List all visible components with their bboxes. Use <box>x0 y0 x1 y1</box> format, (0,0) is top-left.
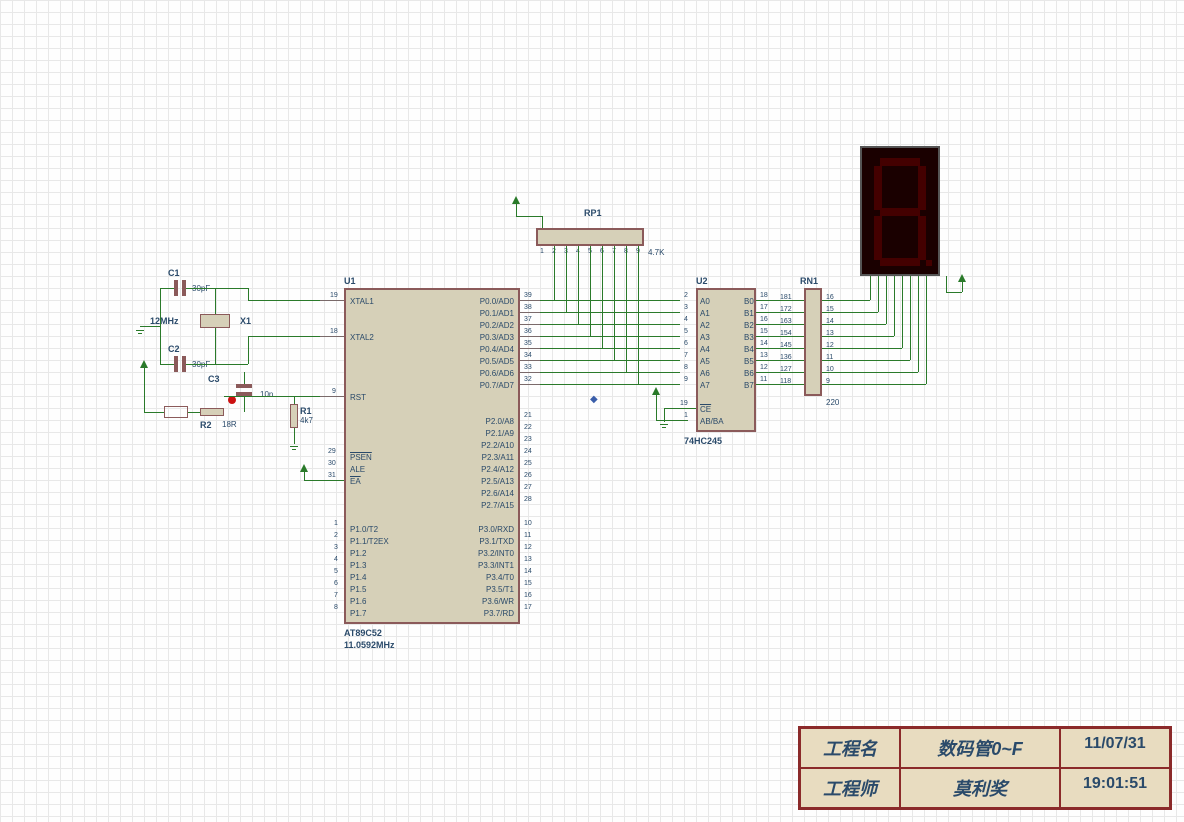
ground-r1 <box>288 446 300 454</box>
origin-marker: ◆ <box>590 394 598 405</box>
x1-val: 12MHz <box>150 316 179 326</box>
u1-p19: 19 <box>330 292 338 299</box>
u1-p18: 18 <box>330 328 338 335</box>
u1-ref: U1 <box>344 276 356 286</box>
rp1-ref: RP1 <box>584 208 602 218</box>
vcc-arrow-reset <box>140 360 148 368</box>
tb-engineer-label: 工程师 <box>800 768 900 808</box>
resistor-r1[interactable] <box>290 404 298 428</box>
crystal-x1[interactable] <box>200 314 230 328</box>
vcc-arrow-ea <box>300 464 308 472</box>
u1-part: AT89C52 <box>344 628 382 638</box>
tb-project-name: 数码管0~F <box>900 728 1060 768</box>
seven-segment-display[interactable] <box>860 146 940 276</box>
u1-xtal1: XTAL1 <box>350 297 374 306</box>
u1-freq: 11.0592MHz <box>344 640 395 650</box>
schematic-canvas[interactable]: U1 AT89C52 11.0592MHz XTAL1 19 XTAL2 18 … <box>0 0 1184 822</box>
ground-xtal <box>134 330 146 338</box>
tb-date: 11/07/31 <box>1060 728 1170 768</box>
vcc-arrow-ab <box>652 387 660 395</box>
tb-project-label: 工程名 <box>800 728 900 768</box>
rp1-val: 4.7K <box>648 248 664 257</box>
c3-ref: C3 <box>208 374 220 384</box>
u1-p30: 30 <box>328 460 336 467</box>
u1-p31: 31 <box>328 472 336 479</box>
u1-rst: RST <box>350 393 366 402</box>
c1-ref: C1 <box>168 268 180 278</box>
tb-time: 19:01:51 <box>1060 768 1170 808</box>
x1-ref: X1 <box>240 316 251 326</box>
u1-ea: EA <box>350 477 361 486</box>
tb-engineer-name: 莫利奖 <box>900 768 1060 808</box>
vcc-arrow-7seg <box>958 274 966 282</box>
r1-ref: R1 <box>300 406 312 416</box>
u1-xtal2: XTAL2 <box>350 333 374 342</box>
cap-c3[interactable] <box>236 384 252 388</box>
c2-ref: C2 <box>168 344 180 354</box>
push-button[interactable] <box>164 406 188 418</box>
probe-indicator <box>228 396 236 404</box>
u1-ale: ALE <box>350 465 365 474</box>
rn1-val: 220 <box>826 398 839 407</box>
cap-c2[interactable] <box>174 356 178 372</box>
r2-ref: R2 <box>200 420 212 430</box>
u1-p29: 29 <box>328 448 336 455</box>
rn1-ref: RN1 <box>800 276 818 286</box>
title-block: 工程名 数码管0~F 11/07/31 工程师 莫利奖 19:01:51 <box>798 726 1172 810</box>
u1-psen: PSEN <box>350 453 372 462</box>
u2-ref: U2 <box>696 276 708 286</box>
u2-part: 74HC245 <box>684 436 722 446</box>
chip-rn1[interactable] <box>804 288 822 396</box>
r1-val: 4k7 <box>300 416 313 425</box>
vcc-arrow-rp1 <box>512 196 520 204</box>
c3-val: 10n <box>260 390 273 399</box>
resistor-r2[interactable] <box>200 408 224 416</box>
ground-u2-ce <box>658 424 670 432</box>
chip-rp1[interactable] <box>536 228 644 246</box>
r2-val: 18R <box>222 420 237 429</box>
u1-p9: 9 <box>332 388 336 395</box>
cap-c1[interactable] <box>174 280 178 296</box>
